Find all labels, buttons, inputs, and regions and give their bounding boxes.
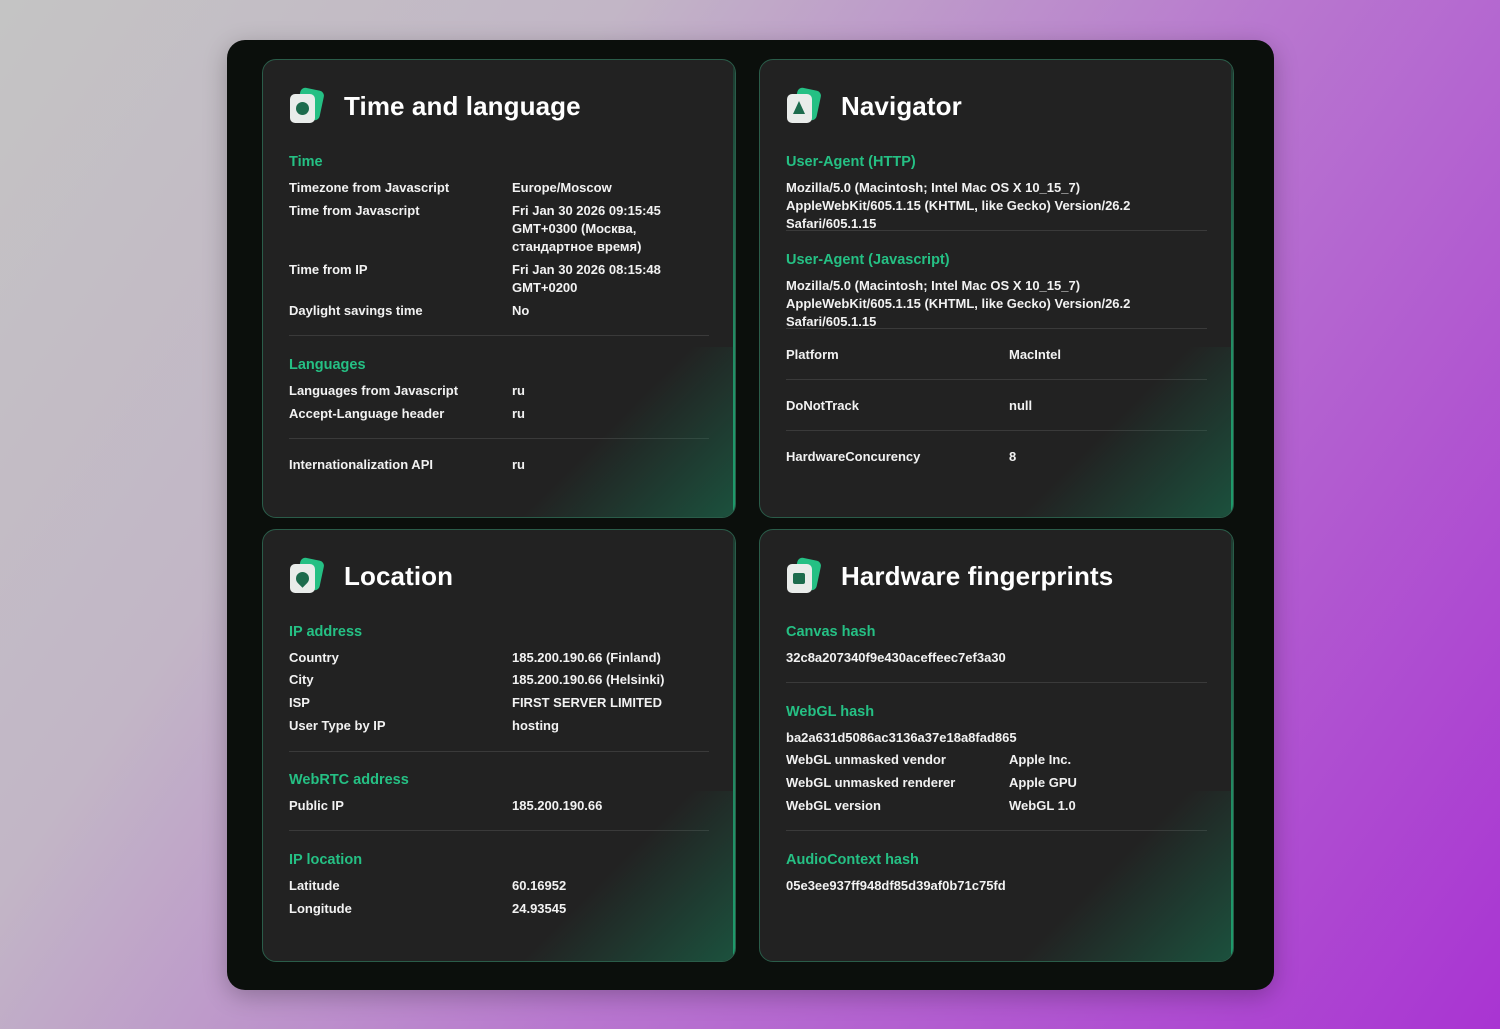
row-label: Country (289, 650, 339, 665)
location-pin-icon (289, 556, 325, 594)
section-title: Time (289, 154, 323, 170)
section-title: Canvas hash (786, 624, 876, 640)
row-label: DoNotTrack (786, 398, 859, 413)
card-header: Navigator (786, 86, 962, 124)
row-value: ru (512, 406, 525, 421)
section-title: IP location (289, 852, 363, 868)
clock-icon (289, 86, 325, 124)
divider (786, 430, 1207, 431)
fingerprint-panel: Time and language Time Timezone from Jav… (227, 40, 1274, 990)
ip-address-section: IP address (289, 622, 709, 642)
row-value: Europe/Moscow (512, 180, 612, 195)
row-label: Latitude (289, 878, 340, 893)
ip-location-section: IP location (289, 850, 709, 870)
divider (289, 830, 709, 831)
row-label: User Type by IP (289, 718, 386, 733)
row-label: Longitude (289, 901, 352, 916)
audio-hash-section: AudioContext hash (786, 850, 1207, 870)
card-title: Time and language (344, 90, 581, 121)
row-value: 185.200.190.66 (512, 798, 603, 813)
row-label: Public IP (289, 798, 344, 813)
row-value: Fri Jan 30 2026 09:15:45 GMT+0300 (Москв… (512, 203, 661, 254)
divider (786, 830, 1207, 831)
webrtc-section: WebRTC address (289, 770, 709, 790)
time-language-card: Time and language Time Timezone from Jav… (262, 59, 736, 518)
row-value: 8 (1009, 449, 1017, 464)
section-title: AudioContext hash (786, 852, 919, 868)
row-label: Internationalization API (289, 457, 433, 472)
section-title: User-Agent (Javascript) (786, 252, 950, 268)
row-value: Apple GPU (1009, 775, 1077, 790)
ua-js-section: User-Agent (Javascript) (786, 250, 1207, 270)
row-label: WebGL version (786, 798, 881, 813)
ua-http-section: User-Agent (HTTP) (786, 152, 1207, 172)
section-title: WebGL hash (786, 704, 875, 720)
row-value: null (1009, 398, 1033, 413)
card-header: Time and language (289, 86, 581, 124)
time-section: Time (289, 152, 709, 172)
card-header: Location (289, 556, 454, 594)
row-label: Time from IP (289, 262, 368, 277)
section-title: IP address (289, 624, 363, 640)
row-label: Daylight savings time (289, 303, 423, 318)
navigator-card: Navigator User-Agent (HTTP) Mozilla/5.0 … (759, 59, 1234, 518)
canvas-hash-section: Canvas hash (786, 622, 1207, 642)
section-title: WebRTC address (289, 772, 409, 788)
divider (289, 438, 709, 439)
location-card: Location IP address Country 185.200.190.… (262, 529, 736, 962)
row-value: No (512, 303, 530, 318)
row-label: WebGL unmasked vendor (786, 752, 946, 767)
row-label: Time from Javascript (289, 203, 420, 218)
row-label: Accept-Language header (289, 406, 445, 421)
card-title: Location (344, 560, 454, 591)
row-value: ru (512, 383, 525, 398)
row-value: hosting (512, 718, 559, 733)
row-label: Platform (786, 347, 839, 362)
row-value: ru (512, 457, 525, 472)
card-title: Hardware fingerprints (841, 560, 1114, 591)
divider (786, 379, 1207, 380)
row-value: 24.93545 (512, 901, 567, 916)
navigator-icon (786, 86, 822, 124)
hardware-card: Hardware fingerprints Canvas hash 32c8a2… (759, 529, 1234, 962)
card-title: Navigator (841, 90, 962, 121)
canvas-hash-value: 32c8a207340f9e430aceffeec7ef3a30 (786, 650, 1006, 665)
ua-http-value: Mozilla/5.0 (Macintosh; Intel Mac OS X 1… (786, 180, 1131, 231)
row-label: HardwareConcurency (786, 449, 921, 464)
divider (786, 230, 1207, 231)
row-value: 185.200.190.66 (Finland) (512, 650, 661, 665)
ua-js-value: Mozilla/5.0 (Macintosh; Intel Mac OS X 1… (786, 278, 1131, 329)
row-label: WebGL unmasked renderer (786, 775, 956, 790)
row-value: FIRST SERVER LIMITED (512, 695, 662, 710)
divider (289, 751, 709, 752)
row-label: City (289, 672, 314, 687)
section-title: User-Agent (HTTP) (786, 154, 916, 170)
audio-hash-value: 05e3ee937ff948df85d39af0b71c75fd (786, 878, 1006, 893)
row-value: WebGL 1.0 (1009, 798, 1076, 813)
divider (786, 682, 1207, 683)
row-label: Timezone from Javascript (289, 180, 450, 195)
row-value: 60.16952 (512, 878, 567, 893)
row-label: ISP (289, 695, 310, 710)
languages-section: Languages (289, 355, 709, 375)
row-label: Languages from Javascript (289, 383, 459, 398)
chip-icon (786, 556, 822, 594)
divider (289, 335, 709, 336)
row-value: 185.200.190.66 (Helsinki) (512, 672, 665, 687)
row-value: Fri Jan 30 2026 08:15:48 GMT+0200 (512, 262, 661, 295)
row-value: MacIntel (1009, 347, 1062, 362)
webgl-hash-section: WebGL hash (786, 702, 1207, 722)
row-value: Apple Inc. (1009, 752, 1072, 767)
section-title: Languages (289, 357, 366, 373)
card-header: Hardware fingerprints (786, 556, 1114, 594)
divider (786, 328, 1207, 329)
webgl-hash-value: ba2a631d5086ac3136a37e18a8fad865 (786, 730, 1017, 745)
